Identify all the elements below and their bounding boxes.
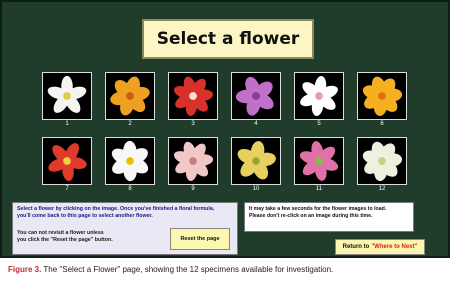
flower-number: 2: [128, 121, 132, 127]
flower-tile[interactable]: 8: [105, 137, 155, 192]
caption-label: Figure 3.: [8, 265, 42, 274]
flower-image[interactable]: [168, 72, 218, 120]
flower-number: 7: [65, 186, 69, 192]
flower-image[interactable]: [105, 137, 155, 185]
flower-image[interactable]: [294, 137, 344, 185]
flower-tile[interactable]: 4: [231, 72, 281, 127]
page-title: Select a flower: [142, 19, 314, 59]
flower-number: 10: [252, 186, 260, 192]
flower-tile[interactable]: 7: [42, 137, 92, 192]
caption-text: The "Select a Flower" page, showing the …: [41, 265, 334, 274]
flower-number: 9: [191, 186, 195, 192]
flower-tile[interactable]: 11: [294, 137, 344, 192]
flower-image[interactable]: [42, 72, 92, 120]
flower-number: 5: [317, 121, 321, 127]
flower-number: 4: [254, 121, 258, 127]
flower-tile[interactable]: 10: [231, 137, 281, 192]
return-link-text: "Where to Next": [371, 244, 418, 250]
flower-number: 6: [380, 121, 384, 127]
flower-number: 3: [191, 121, 195, 127]
instructions-line-1: Select a flower by clicking on the image…: [17, 206, 215, 212]
instructions-line-3: You can not revisit a flower unless: [17, 230, 104, 236]
flower-image[interactable]: [42, 137, 92, 185]
instructions-line-4: you click the "Reset the page" button.: [17, 236, 113, 243]
flower-number: 8: [128, 186, 132, 192]
flower-tile[interactable]: 12: [357, 137, 407, 192]
flower-tile[interactable]: 5: [294, 72, 344, 127]
flower-tile[interactable]: 6: [357, 72, 407, 127]
flower-image[interactable]: [357, 72, 407, 120]
flower-image[interactable]: [294, 72, 344, 120]
flower-tile[interactable]: 3: [168, 72, 218, 127]
return-where-to-next-button[interactable]: Return to "Where to Next": [335, 239, 425, 255]
reset-page-button[interactable]: Reset the page: [170, 228, 230, 250]
flower-image[interactable]: [105, 72, 155, 120]
app-screen: Select a flower 1 2 3 4 5 6 7 8 9 10 11 12 Select a…: [0, 0, 450, 258]
flower-image[interactable]: [357, 137, 407, 185]
instructions-line-2: you'll come back to this page to select …: [17, 212, 153, 219]
flower-number: 11: [315, 186, 323, 192]
flower-image[interactable]: [168, 137, 218, 185]
flower-number: 1: [65, 121, 69, 127]
flower-image[interactable]: [231, 137, 281, 185]
flower-tile[interactable]: 1: [42, 72, 92, 127]
flower-image[interactable]: [231, 72, 281, 120]
flower-tile[interactable]: 9: [168, 137, 218, 192]
flower-number: 12: [378, 186, 386, 192]
return-prefix: Return to: [342, 244, 370, 250]
notice-line-2: Please don't re-click on an image during…: [249, 212, 373, 219]
flower-tile[interactable]: 2: [105, 72, 155, 127]
figure-caption: Figure 3. The "Select a Flower" page, sh…: [8, 265, 448, 274]
notice-line-1: It may take a few seconds for the flower…: [249, 206, 387, 212]
loading-notice: It may take a few seconds for the flower…: [244, 202, 414, 232]
